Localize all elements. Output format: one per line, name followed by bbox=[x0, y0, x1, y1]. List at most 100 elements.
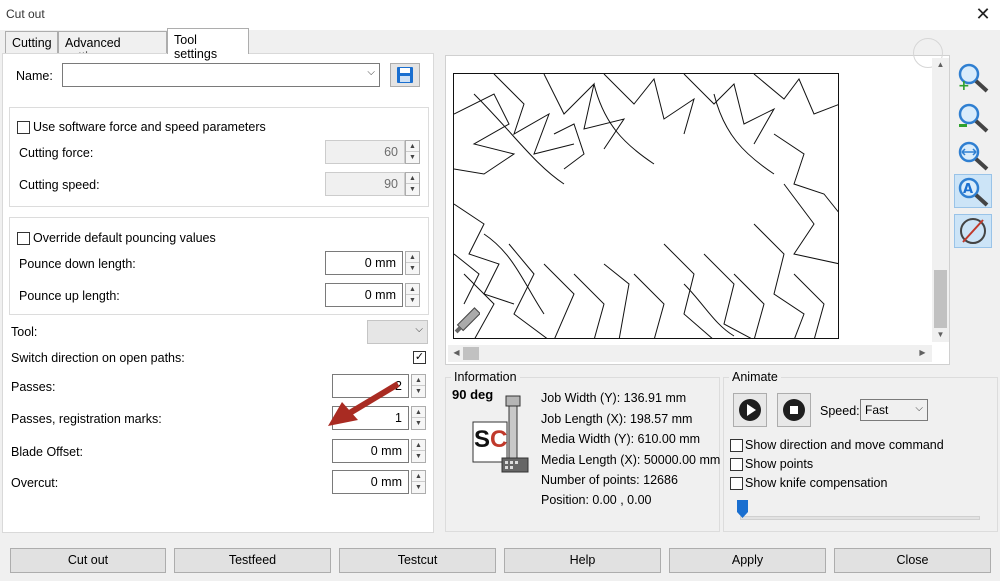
spin-up-icon[interactable]: ▲ bbox=[406, 141, 419, 152]
scroll-down-icon[interactable]: ▼ bbox=[932, 330, 949, 339]
play-button[interactable] bbox=[733, 393, 767, 427]
zoom-fit-width-icon bbox=[958, 141, 989, 171]
show-knife-compensation-label: Show knife compensation bbox=[745, 476, 888, 490]
animation-slider-thumb[interactable] bbox=[737, 500, 748, 518]
preview-vertical-scrollbar[interactable]: ▲ ▼ bbox=[932, 58, 949, 342]
save-name-button[interactable] bbox=[390, 63, 420, 87]
tab-tool-settings[interactable]: Tool settings bbox=[167, 28, 249, 61]
tab-advanced-settings[interactable]: Advanced settings bbox=[58, 31, 167, 64]
annotation-arrow-icon bbox=[328, 381, 400, 426]
close-button[interactable]: Close bbox=[834, 548, 991, 573]
blade-offset-input[interactable]: 0 mm bbox=[332, 439, 409, 463]
vertical-scroll-thumb[interactable] bbox=[934, 270, 947, 328]
chevron-down-icon: ⌵ bbox=[915, 403, 923, 414]
help-button[interactable]: Help bbox=[504, 548, 661, 573]
spin-down-icon[interactable]: ▼ bbox=[412, 418, 425, 429]
use-software-force-label: Use software force and speed parameters bbox=[33, 120, 266, 134]
pounce-down-label: Pounce down length: bbox=[19, 257, 136, 271]
svg-text:A: A bbox=[963, 182, 973, 197]
spin-up-icon[interactable]: ▲ bbox=[412, 440, 425, 451]
scroll-up-icon[interactable]: ▲ bbox=[932, 60, 949, 69]
spin-up-icon[interactable]: ▲ bbox=[412, 471, 425, 482]
cutting-speed-input[interactable]: 90 bbox=[325, 172, 405, 196]
job-width-info: Job Width (Y): 136.91 mm bbox=[541, 391, 687, 405]
zoom-out-button[interactable] bbox=[954, 100, 992, 134]
tool-combo[interactable]: ⌵ bbox=[367, 320, 428, 344]
sc-logo-text: SC bbox=[474, 426, 508, 453]
testcut-button[interactable]: Testcut bbox=[339, 548, 496, 573]
spin-up-icon[interactable]: ▲ bbox=[412, 375, 425, 386]
apply-button[interactable]: Apply bbox=[669, 548, 826, 573]
name-combo[interactable]: ⌵ bbox=[62, 63, 380, 87]
zoom-in-button[interactable]: + bbox=[954, 60, 992, 94]
cutting-force-spinner[interactable]: ▲ ▼ bbox=[405, 140, 420, 164]
stop-icon bbox=[783, 399, 805, 421]
show-points-checkbox[interactable] bbox=[730, 458, 743, 471]
show-direction-checkbox[interactable] bbox=[730, 439, 743, 452]
cutting-force-input[interactable]: 60 bbox=[325, 140, 405, 164]
auto-zoom-button[interactable]: A bbox=[954, 174, 992, 208]
spin-down-icon[interactable]: ▼ bbox=[412, 386, 425, 397]
cutting-speed-spinner[interactable]: ▲ ▼ bbox=[405, 172, 420, 196]
cutting-speed-label: Cutting speed: bbox=[19, 178, 100, 192]
pounce-up-input[interactable]: 0 mm bbox=[325, 283, 403, 307]
passes-spinner[interactable]: ▲ ▼ bbox=[411, 374, 426, 398]
spin-up-icon[interactable]: ▲ bbox=[406, 173, 419, 184]
stop-button[interactable] bbox=[777, 393, 811, 427]
preview-horizontal-scrollbar[interactable]: ◀ ▶ bbox=[448, 345, 932, 362]
spin-down-icon[interactable]: ▼ bbox=[406, 152, 419, 163]
testfeed-button[interactable]: Testfeed bbox=[174, 548, 331, 573]
spin-down-icon[interactable]: ▼ bbox=[406, 263, 419, 274]
speed-select-value: Fast bbox=[865, 403, 889, 417]
spin-down-icon[interactable]: ▼ bbox=[406, 184, 419, 195]
pounce-up-spinner[interactable]: ▲ ▼ bbox=[405, 283, 420, 307]
cut-out-button[interactable]: Cut out bbox=[10, 548, 166, 573]
switch-direction-checkbox[interactable]: ✓ bbox=[413, 351, 426, 364]
cutting-force-value: 60 bbox=[384, 145, 398, 159]
knife-tool-icon bbox=[454, 307, 480, 334]
show-knife-compensation-checkbox[interactable] bbox=[730, 477, 743, 490]
window-title: Cut out bbox=[6, 7, 45, 21]
spin-down-icon[interactable]: ▼ bbox=[412, 482, 425, 493]
speed-select[interactable]: Fast ⌵ bbox=[860, 399, 928, 421]
leaf-outline-drawing bbox=[454, 74, 838, 338]
pounce-up-value: 0 mm bbox=[364, 288, 396, 302]
scroll-right-icon[interactable]: ▶ bbox=[914, 348, 931, 357]
sc-logo: SC bbox=[472, 392, 534, 478]
speed-label: Speed: bbox=[820, 404, 860, 418]
overcut-value: 0 mm bbox=[370, 475, 402, 489]
title-bar bbox=[0, 0, 1000, 30]
blade-offset-spinner[interactable]: ▲ ▼ bbox=[411, 439, 426, 463]
spin-up-icon[interactable]: ▲ bbox=[406, 284, 419, 295]
cutting-force-label: Cutting force: bbox=[19, 146, 94, 160]
passes-registration-spinner[interactable]: ▲ ▼ bbox=[411, 406, 426, 430]
pounce-down-value: 0 mm bbox=[364, 256, 396, 270]
play-icon bbox=[739, 399, 761, 421]
pounce-down-input[interactable]: 0 mm bbox=[325, 251, 403, 275]
cut-preview[interactable] bbox=[445, 55, 950, 365]
close-window-button[interactable]: ✕ bbox=[972, 3, 994, 25]
spin-down-icon[interactable]: ▼ bbox=[406, 295, 419, 306]
spin-up-icon[interactable]: ▲ bbox=[406, 252, 419, 263]
floppy-disk-icon bbox=[397, 67, 413, 83]
overcut-spinner[interactable]: ▲ ▼ bbox=[411, 470, 426, 494]
tab-cutting[interactable]: Cutting bbox=[5, 31, 58, 53]
zoom-fit-width-button[interactable] bbox=[954, 138, 992, 172]
overcut-label: Overcut: bbox=[11, 476, 59, 490]
zoom-in-icon: + bbox=[958, 63, 989, 94]
use-software-force-checkbox[interactable] bbox=[17, 121, 30, 134]
override-pouncing-checkbox[interactable] bbox=[17, 232, 30, 245]
position-info: Position: 0.00 , 0.00 bbox=[541, 493, 652, 507]
information-title: Information bbox=[451, 370, 520, 384]
no-symbol-button[interactable] bbox=[954, 214, 992, 248]
media-length-info: Media Length (X): 50000.00 mm bbox=[541, 453, 721, 467]
number-of-points-info: Number of points: 12686 bbox=[541, 473, 678, 487]
overcut-input[interactable]: 0 mm bbox=[332, 470, 409, 494]
pounce-down-spinner[interactable]: ▲ ▼ bbox=[405, 251, 420, 275]
blade-offset-label: Blade Offset: bbox=[11, 445, 84, 459]
animation-slider-track[interactable] bbox=[740, 516, 980, 520]
spin-down-icon[interactable]: ▼ bbox=[412, 451, 425, 462]
horizontal-scroll-thumb[interactable] bbox=[463, 347, 479, 360]
auto-zoom-icon: A bbox=[958, 177, 989, 207]
spin-up-icon[interactable]: ▲ bbox=[412, 407, 425, 418]
